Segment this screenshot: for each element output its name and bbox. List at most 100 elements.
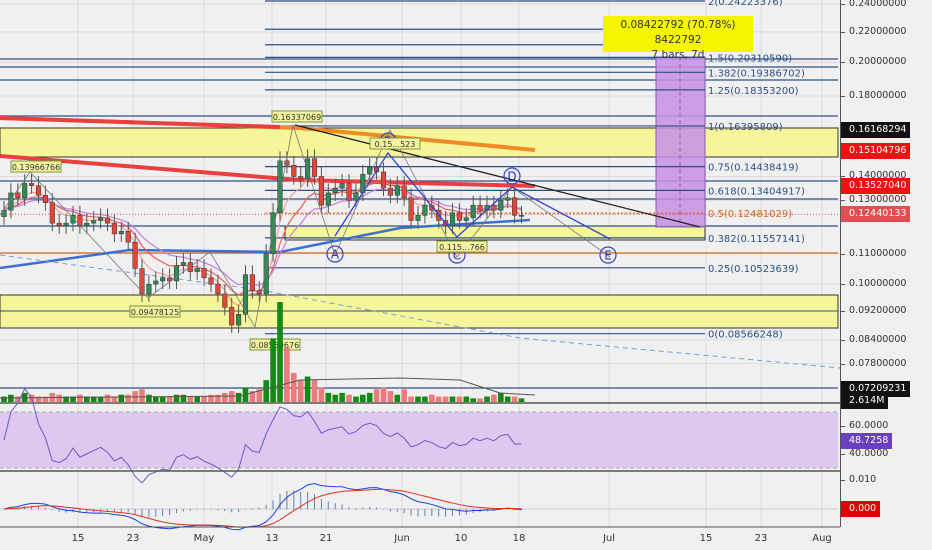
volume-bar <box>277 302 283 402</box>
measure-tooltip-bars: 7 bars, 7d <box>651 49 705 61</box>
rsi-tick-label: 60.0000 <box>841 419 888 433</box>
price-axis[interactable]: 0.24000000 0.22000000 0.20000000 0.18000000… <box>840 0 932 527</box>
fib-level-label: 0.25(0.10523639) <box>708 264 799 275</box>
candle-body <box>63 222 69 227</box>
swing-price-label: 0.13966766 <box>10 160 62 173</box>
macd-histogram-bar <box>231 509 233 513</box>
volume-bar <box>325 392 332 402</box>
time-axis-label: 10 <box>454 533 468 544</box>
candle-body <box>408 197 414 221</box>
candle-body <box>222 293 228 308</box>
candle-body <box>229 307 235 326</box>
volume-bar <box>311 380 318 402</box>
macd-histogram-bar <box>155 509 157 517</box>
volume-bar <box>442 396 449 402</box>
candle-body <box>215 283 221 295</box>
candle-body <box>132 241 138 269</box>
macd-histogram-bar <box>148 509 150 518</box>
time-axis-label: Jun <box>394 533 410 544</box>
macd-histogram-bar <box>458 509 460 516</box>
macd-histogram-bar <box>355 508 357 510</box>
price-tick-label: 0.10000000 <box>841 277 906 291</box>
volume-bar <box>484 396 490 402</box>
candle-body <box>29 183 35 187</box>
candle-body <box>173 265 180 282</box>
candle-body <box>22 183 28 198</box>
macd-histogram-bar <box>320 498 322 510</box>
swing-price-label: 0.115...766 <box>436 240 488 253</box>
candle-body <box>270 212 276 254</box>
macd-histogram-bar <box>403 509 405 514</box>
candle-body <box>311 158 318 177</box>
volume-bar <box>222 392 228 402</box>
volume-bar <box>173 394 180 402</box>
rsi-tick-label: 40.0000 <box>841 447 888 461</box>
candle-body <box>249 274 255 291</box>
fib-level-label: 1.382(0.19386702) <box>708 68 805 79</box>
candle-body <box>125 230 131 243</box>
fib-level-label: 2(0.24223376) <box>708 0 783 8</box>
candle-body <box>146 283 152 295</box>
candle-body <box>512 197 518 216</box>
volume-bar <box>470 398 476 402</box>
candle-body <box>415 215 421 221</box>
macd-histogram-bar <box>383 509 384 510</box>
macd-histogram-bar <box>162 509 164 516</box>
macd-histogram-bar <box>431 509 433 517</box>
macd-histogram-bar <box>465 509 467 515</box>
macd-histogram-bar <box>424 509 426 517</box>
time-axis-label: 18 <box>512 533 526 544</box>
candle-body <box>346 183 352 201</box>
swing-label-text: 0.09478125 <box>131 308 179 317</box>
volume-bar <box>291 372 297 402</box>
volume-bar <box>297 380 304 402</box>
volume-bar <box>263 380 269 402</box>
volume-bar <box>491 394 497 402</box>
candle-body <box>98 217 104 221</box>
candle-body <box>56 222 62 227</box>
candle-body <box>332 187 338 194</box>
volume-bar <box>429 394 435 402</box>
macd-histogram-bar <box>196 509 198 510</box>
volume-bar <box>318 387 325 402</box>
macd-histogram-bar <box>203 509 205 510</box>
macd-histogram-bar <box>182 509 184 512</box>
volume-bar <box>194 396 200 402</box>
candle-body <box>291 164 297 177</box>
candle-body <box>339 183 345 189</box>
price-tick-label: 0.07800000 <box>841 357 906 371</box>
chart-canvas[interactable]: 2(0.24223376)7980)4478)1.5(0.20310590)1.… <box>0 0 840 550</box>
macd-histogram-bar <box>189 509 191 511</box>
volume-bar <box>373 389 380 402</box>
macd-value-tag: 0.000 <box>841 501 881 517</box>
volume-bar <box>104 394 111 402</box>
fib-level-label: 0.618(0.13404917) <box>708 186 805 197</box>
macd-histogram-bar <box>38 506 39 510</box>
volume-bar <box>153 396 159 402</box>
macd-histogram-bar <box>362 507 364 510</box>
volume-bar <box>139 389 145 402</box>
candle-body <box>180 262 186 266</box>
volume-bar <box>456 396 463 402</box>
volume-bar <box>435 396 442 402</box>
swing-label-text: 0.115...766 <box>439 243 485 252</box>
price-tag: 0.15104796 <box>841 143 911 159</box>
macd-histogram-bar <box>120 509 122 513</box>
macd-histogram-bar <box>141 509 143 517</box>
candle-body <box>422 204 428 216</box>
candle-body <box>394 185 400 196</box>
macd-histogram-bar <box>286 490 288 510</box>
macd-tick-label: 0.010 <box>841 473 876 487</box>
volume-bar <box>146 394 152 402</box>
macd-histogram-bar <box>348 506 350 510</box>
candle-body <box>387 187 393 196</box>
fib-level-label: 1(0.16395809) <box>708 122 783 133</box>
pattern-point-label: D <box>507 170 516 184</box>
macd-histogram-bar <box>251 508 253 510</box>
volume-bar <box>159 396 166 402</box>
candle-body <box>401 185 407 198</box>
volume-bar <box>346 394 352 402</box>
volume-bar <box>118 394 125 402</box>
candle-body <box>236 314 242 326</box>
macd-histogram-bar <box>341 504 343 510</box>
